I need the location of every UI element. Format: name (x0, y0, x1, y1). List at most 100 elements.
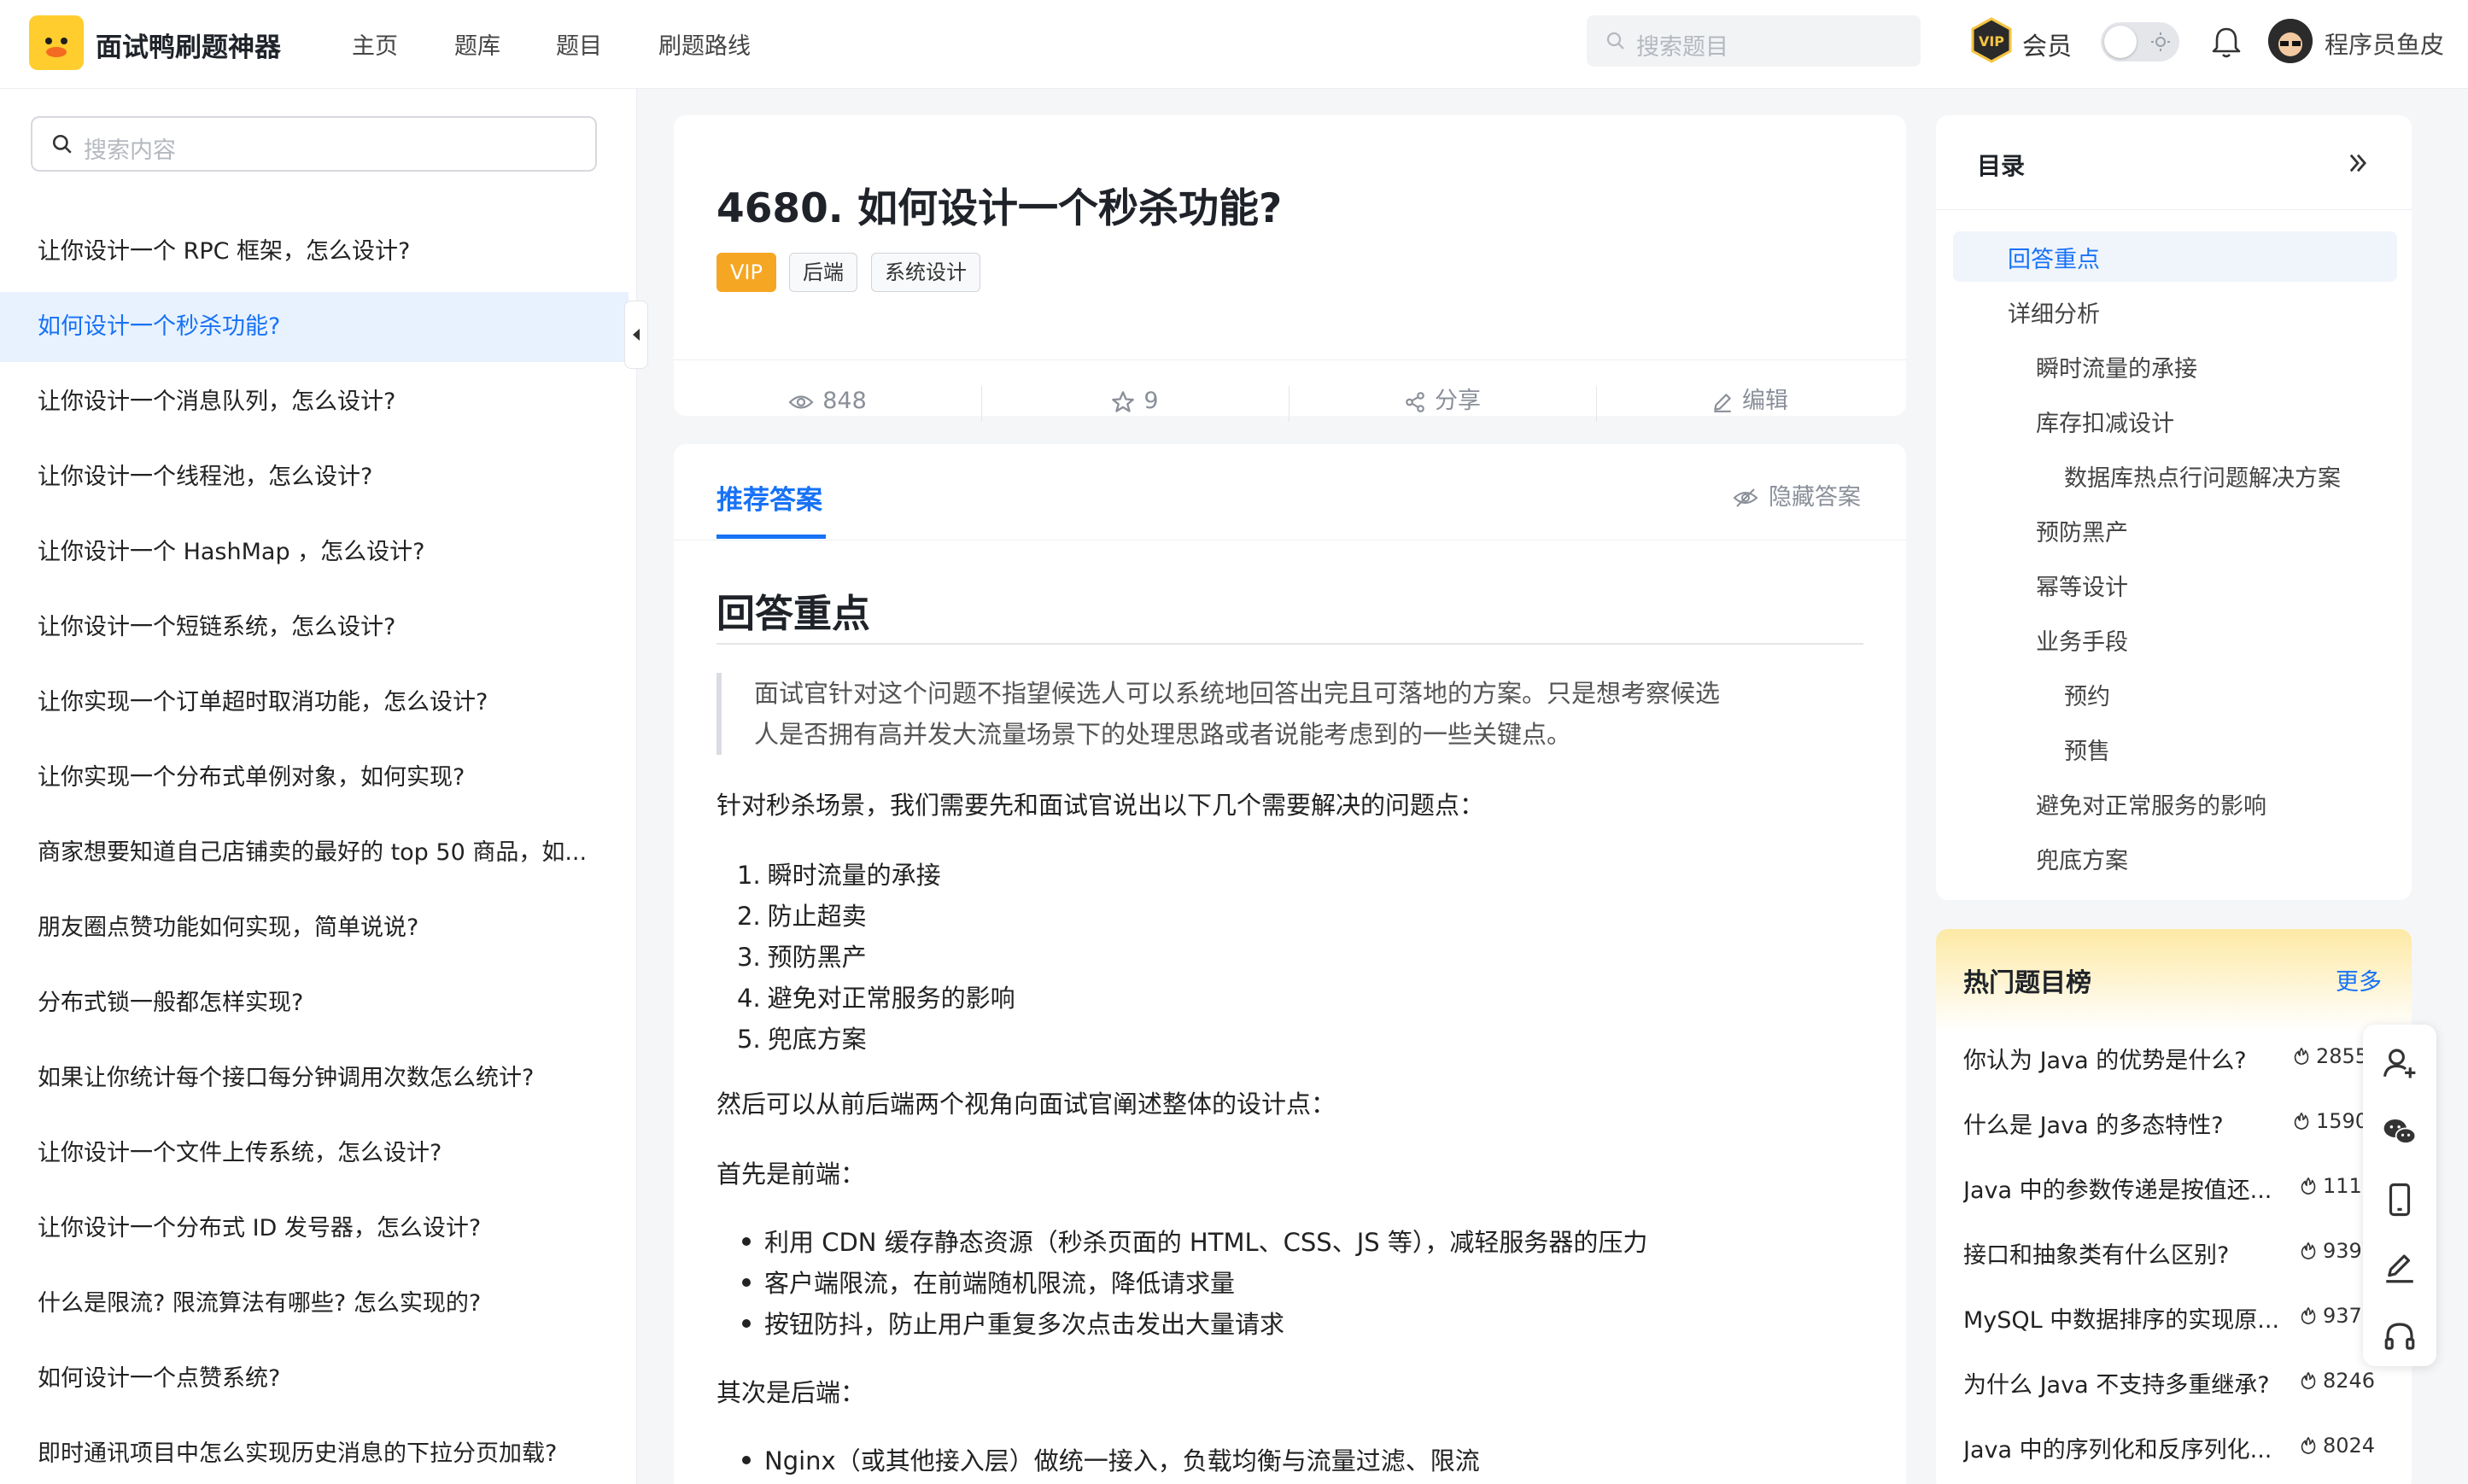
sidebar-question-item[interactable]: 让你设计一个 RPC 框架，怎么设计? (0, 217, 629, 287)
toc-item[interactable]: 库存扣减设计 (2036, 405, 2174, 438)
username[interactable]: 程序员鱼皮 (2325, 26, 2444, 61)
bullet-list-item: 按钮防抖，防止用户重复多次点击发出大量请求 (737, 1305, 1284, 1341)
vip-label[interactable]: 会员 (2022, 26, 2072, 62)
heading-rule (716, 643, 1863, 645)
sidebar-question-item[interactable]: 如何设计一个秒杀功能? (0, 292, 629, 362)
hide-answer-label: 隐藏答案 (1769, 484, 1861, 511)
sidebar-search-placeholder: 搜索内容 (84, 137, 176, 164)
hot-view-count: 1590 (2292, 1109, 2368, 1133)
nav-questions[interactable]: 题目 (556, 27, 602, 61)
headset-icon[interactable] (2382, 1318, 2418, 1354)
edit-note-icon[interactable] (2382, 1250, 2418, 1286)
sidebar-question-item[interactable]: 让你设计一个短链系统，怎么设计? (0, 593, 629, 663)
sidebar-question-item[interactable]: 商家想要知道自己店铺卖的最好的 top 50 商品，如... (0, 818, 629, 888)
intro-paragraph: 针对秒杀场景，我们需要先和面试官说出以下几个需要解决的问题点： (716, 791, 1485, 820)
hot-more-link[interactable]: 更多 (2336, 963, 2382, 996)
top-search-input[interactable]: 搜索题目 (1587, 15, 1921, 67)
hot-question-item[interactable]: MySQL 中数据排序的实现原... (1963, 1301, 2284, 1335)
list-text: 客户端限流，在前端随机限流，降低请求量 (764, 1269, 1236, 1298)
nav-question-bank[interactable]: 题库 (454, 27, 500, 61)
toc-item[interactable]: 兜底方案 (2036, 842, 2128, 875)
duck-logo-icon[interactable] (29, 15, 84, 70)
toc-item[interactable]: 预约 (2064, 678, 2110, 711)
list-number: 4. (737, 984, 761, 1013)
list-text: 利用 CDN 缓存静态资源（秒杀页面的 HTML、CSS、JS 等），减轻服务器… (764, 1228, 1648, 1257)
question-title: 4680. 如何设计一个秒杀功能? (716, 185, 1283, 232)
toc-item[interactable]: 数据库热点行问题解决方案 (2064, 459, 2341, 493)
sidebar-question-item[interactable]: 如何设计一个点赞系统? (0, 1344, 629, 1414)
sidebar-question-item[interactable]: 让你设计一个文件上传系统，怎么设计? (0, 1119, 629, 1189)
favorite-button[interactable]: 9 (981, 360, 1289, 442)
list-text: 兜底方案 (767, 1025, 867, 1054)
toc-item[interactable]: 幂等设计 (2036, 569, 2128, 602)
hot-question-item[interactable]: 你认为 Java 的优势是什么? (1963, 1042, 2284, 1075)
wechat-icon[interactable] (2382, 1113, 2418, 1149)
svg-text:VIP: VIP (1979, 33, 2004, 50)
sidebar-question-item[interactable]: 什么是限流? 限流算法有哪些? 怎么实现的? (0, 1269, 629, 1339)
list-number: 3. (737, 943, 761, 972)
flame-icon (2301, 1242, 2316, 1259)
hot-question-item[interactable]: 什么是 Java 的多态特性? (1963, 1107, 2284, 1140)
double-chevron-right-icon[interactable] (2346, 151, 2370, 175)
views-count: 848 (822, 388, 867, 414)
sidebar-question-item[interactable]: 如果让你统计每个接口每分钟调用次数怎么统计? (0, 1043, 629, 1113)
active-tab-indicator (716, 535, 826, 539)
toc-item[interactable]: 避免对正常服务的影响 (2036, 787, 2266, 821)
brand-name[interactable]: 面试鸭刷题神器 (96, 26, 281, 64)
hot-count-value: 2855 (2316, 1044, 2369, 1068)
eye-icon (788, 394, 814, 409)
problem-list-item: 2. 防止超卖 (737, 897, 867, 932)
hot-view-count: 937 (2299, 1304, 2362, 1328)
star-count: 9 (1143, 388, 1159, 414)
floating-action-bar (2363, 1025, 2436, 1366)
nav-learning-path[interactable]: 刷题路线 (658, 27, 751, 61)
add-user-icon[interactable] (2382, 1045, 2418, 1081)
tag-system-design[interactable]: 系统设计 (871, 253, 980, 292)
sidebar-question-item[interactable]: 让你设计一个线程池，怎么设计? (0, 442, 629, 512)
sidebar-question-item[interactable]: 让你设计一个 HashMap ，怎么设计? (0, 517, 629, 587)
toc-item[interactable]: 预售 (2064, 733, 2110, 766)
theme-toggle[interactable] (2101, 22, 2179, 61)
toc-title: 目录 (1977, 152, 2026, 180)
sidebar-question-item[interactable]: 让你实现一个订单超时取消功能，怎么设计? (0, 668, 629, 738)
sidebar-question-item[interactable]: 让你设计一个消息队列，怎么设计? (0, 367, 629, 437)
question-card: 4680. 如何设计一个秒杀功能? VIP 后端 系统设计 848 9 分享 编… (674, 115, 1906, 422)
sidebar-question-item[interactable]: 朋友圈点赞功能如何实现，简单说说? (0, 893, 629, 963)
nav-home[interactable]: 主页 (352, 27, 398, 61)
list-text: 瞬时流量的承接 (767, 861, 941, 890)
hot-question-item[interactable]: 接口和抽象类有什么区别? (1963, 1236, 2284, 1270)
design-intro-paragraph: 然后可以从前后端两个视角向面试官阐述整体的设计点： (716, 1090, 1336, 1119)
mobile-icon[interactable] (2382, 1182, 2418, 1218)
hot-count-value: 8024 (2323, 1434, 2376, 1458)
bell-icon[interactable] (2207, 22, 2246, 61)
sidebar-question-item[interactable]: 让你设计一个分布式 ID 发号器，怎么设计? (0, 1194, 629, 1264)
hot-question-item[interactable]: Java 中的序列化和反序列化... (1963, 1431, 2284, 1464)
top-search-placeholder: 搜索题目 (1636, 34, 1728, 61)
tab-recommended-answer[interactable]: 推荐答案 (716, 478, 822, 517)
hot-question-item[interactable]: 为什么 Java 不支持多重继承? (1963, 1366, 2284, 1399)
search-icon (52, 134, 72, 154)
toc-item[interactable]: 详细分析 (2008, 295, 2100, 329)
sidebar-question-item[interactable]: 分布式锁一般都怎样实现? (0, 968, 629, 1038)
edit-button[interactable]: 编辑 (1596, 360, 1904, 442)
list-text: 防止超卖 (767, 902, 867, 931)
vip-badge-icon[interactable]: VIP (1968, 17, 2015, 63)
hide-answer-button[interactable]: 隐藏答案 (1733, 478, 1861, 511)
hot-question-item[interactable]: Java 中的参数传递是按值还... (1963, 1171, 2284, 1205)
toc-item[interactable]: 瞬时流量的承接 (2036, 350, 2197, 383)
sidebar-question-item[interactable]: 即时通讯项目中怎么实现历史消息的下拉分页加载? (0, 1419, 629, 1484)
collapse-sidebar-button[interactable] (624, 301, 648, 369)
problem-list-item: 4. 避免对正常服务的影响 (737, 979, 1015, 1014)
toc-item[interactable]: 回答重点 (2008, 241, 2100, 274)
flame-icon (2301, 1437, 2316, 1454)
sidebar-question-item[interactable]: 让你实现一个分布式单例对象，如何实现? (0, 743, 629, 813)
tag-backend[interactable]: 后端 (789, 253, 857, 292)
toc-item[interactable]: 业务手段 (2036, 623, 2128, 657)
flame-icon (2301, 1307, 2316, 1324)
toc-item[interactable]: 预防黑产 (2036, 514, 2128, 547)
sidebar-search-input[interactable]: 搜索内容 (31, 116, 597, 172)
caret-left-icon (633, 329, 640, 341)
tag-vip[interactable]: VIP (716, 253, 776, 292)
user-avatar[interactable] (2268, 19, 2313, 63)
share-button[interactable]: 分享 (1289, 360, 1596, 442)
